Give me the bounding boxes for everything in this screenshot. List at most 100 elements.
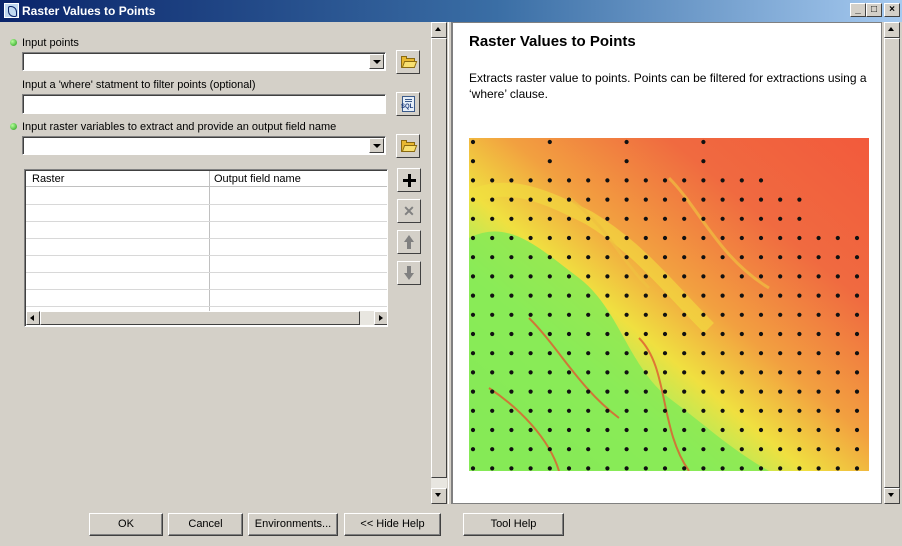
table-row[interactable] bbox=[26, 204, 387, 205]
sample-point bbox=[509, 197, 514, 202]
sample-point bbox=[854, 389, 860, 394]
sample-point bbox=[586, 197, 591, 202]
sample-point bbox=[720, 178, 725, 183]
sample-point bbox=[835, 408, 840, 413]
sample-point bbox=[605, 274, 610, 279]
sample-point bbox=[720, 427, 725, 433]
sample-point bbox=[470, 197, 476, 202]
table-row[interactable] bbox=[26, 306, 387, 307]
sample-point bbox=[816, 255, 821, 260]
sample-point bbox=[778, 331, 783, 337]
input-points-combo[interactable] bbox=[22, 52, 386, 71]
sample-point bbox=[605, 293, 610, 298]
sample-point bbox=[701, 351, 706, 356]
scroll-up-icon[interactable] bbox=[884, 22, 900, 38]
browse-points-button[interactable] bbox=[396, 50, 420, 74]
chevron-down-icon[interactable] bbox=[369, 54, 384, 69]
scroll-right-icon[interactable] bbox=[374, 311, 387, 325]
tool-help-button[interactable]: Tool Help bbox=[463, 513, 564, 536]
table-row[interactable] bbox=[26, 289, 387, 290]
table-row[interactable] bbox=[26, 221, 387, 222]
sample-point bbox=[816, 389, 821, 394]
remove-row-button[interactable]: ✕ bbox=[397, 199, 421, 223]
sql-query-button[interactable]: SQL bbox=[396, 92, 420, 116]
sample-point bbox=[586, 235, 591, 241]
sample-point bbox=[816, 331, 821, 337]
maximize-button[interactable]: □ bbox=[866, 3, 882, 17]
sample-point bbox=[566, 408, 572, 413]
environments-button[interactable]: Environments... bbox=[248, 513, 338, 536]
table-header: Raster Output field name bbox=[26, 171, 387, 187]
sample-point bbox=[797, 370, 802, 375]
sample-point bbox=[797, 389, 802, 394]
browse-raster-button[interactable] bbox=[396, 134, 420, 158]
scroll-thumb[interactable] bbox=[40, 311, 360, 325]
sample-point bbox=[528, 427, 533, 433]
column-header-output-field[interactable]: Output field name bbox=[214, 173, 301, 185]
close-button[interactable]: × bbox=[884, 3, 900, 17]
raster-field-table[interactable]: Raster Output field name bbox=[24, 169, 388, 327]
add-row-button[interactable] bbox=[397, 168, 421, 192]
sample-point bbox=[701, 293, 706, 298]
sample-point bbox=[739, 447, 744, 452]
sample-point bbox=[682, 331, 687, 337]
sample-point bbox=[547, 351, 552, 356]
sample-point bbox=[470, 427, 476, 433]
scroll-thumb[interactable] bbox=[884, 38, 900, 488]
column-divider[interactable] bbox=[209, 171, 210, 311]
table-row[interactable] bbox=[26, 255, 387, 256]
sample-point bbox=[605, 447, 610, 452]
input-points-label: Input points bbox=[22, 37, 79, 49]
scroll-down-icon[interactable] bbox=[431, 488, 447, 504]
sample-point bbox=[509, 370, 514, 375]
cancel-button[interactable]: Cancel bbox=[168, 513, 243, 536]
help-vertical-scrollbar[interactable] bbox=[884, 22, 900, 504]
sample-point bbox=[816, 447, 821, 452]
sample-point bbox=[470, 351, 476, 356]
scroll-left-icon[interactable] bbox=[26, 311, 40, 325]
sample-point bbox=[624, 427, 629, 433]
sample-point bbox=[720, 197, 725, 202]
sample-point bbox=[758, 389, 764, 394]
sample-point bbox=[547, 139, 552, 145]
sample-point bbox=[778, 427, 783, 433]
chevron-down-icon[interactable] bbox=[369, 138, 384, 153]
sample-point bbox=[778, 447, 783, 452]
scroll-thumb[interactable] bbox=[431, 38, 447, 478]
column-header-raster[interactable]: Raster bbox=[32, 173, 64, 185]
sample-point bbox=[566, 216, 572, 221]
sample-point bbox=[854, 274, 860, 279]
sample-point bbox=[490, 408, 495, 413]
table-row[interactable] bbox=[26, 272, 387, 273]
hide-help-button[interactable]: << Hide Help bbox=[344, 513, 441, 536]
sample-point bbox=[778, 370, 783, 375]
table-row[interactable] bbox=[26, 238, 387, 239]
sample-point bbox=[701, 139, 706, 145]
sample-point bbox=[816, 274, 821, 279]
move-down-button[interactable] bbox=[397, 261, 421, 285]
sample-point bbox=[778, 216, 783, 221]
parameters-vertical-scrollbar[interactable] bbox=[431, 22, 447, 504]
sample-point bbox=[566, 235, 572, 241]
sample-point bbox=[490, 178, 495, 183]
ok-button[interactable]: OK bbox=[89, 513, 163, 536]
minimize-button[interactable]: _ bbox=[850, 3, 866, 17]
scroll-up-icon[interactable] bbox=[431, 22, 447, 38]
sample-point bbox=[701, 331, 706, 337]
sample-point bbox=[643, 370, 648, 375]
table-horizontal-scrollbar[interactable] bbox=[26, 311, 387, 325]
scroll-down-icon[interactable] bbox=[884, 488, 900, 504]
move-up-button[interactable] bbox=[397, 230, 421, 254]
title-bar[interactable]: Raster Values to Points _ □ × bbox=[0, 0, 902, 22]
sample-point bbox=[490, 197, 495, 202]
sample-point bbox=[720, 255, 725, 260]
sample-point bbox=[701, 408, 706, 413]
sample-point bbox=[643, 351, 648, 356]
sample-point bbox=[758, 427, 764, 433]
sample-point bbox=[662, 447, 668, 452]
raster-variables-combo[interactable] bbox=[22, 136, 386, 155]
where-clause-input[interactable] bbox=[22, 94, 386, 114]
sample-point bbox=[643, 274, 648, 279]
sample-point bbox=[624, 178, 629, 183]
sample-point bbox=[586, 178, 591, 183]
